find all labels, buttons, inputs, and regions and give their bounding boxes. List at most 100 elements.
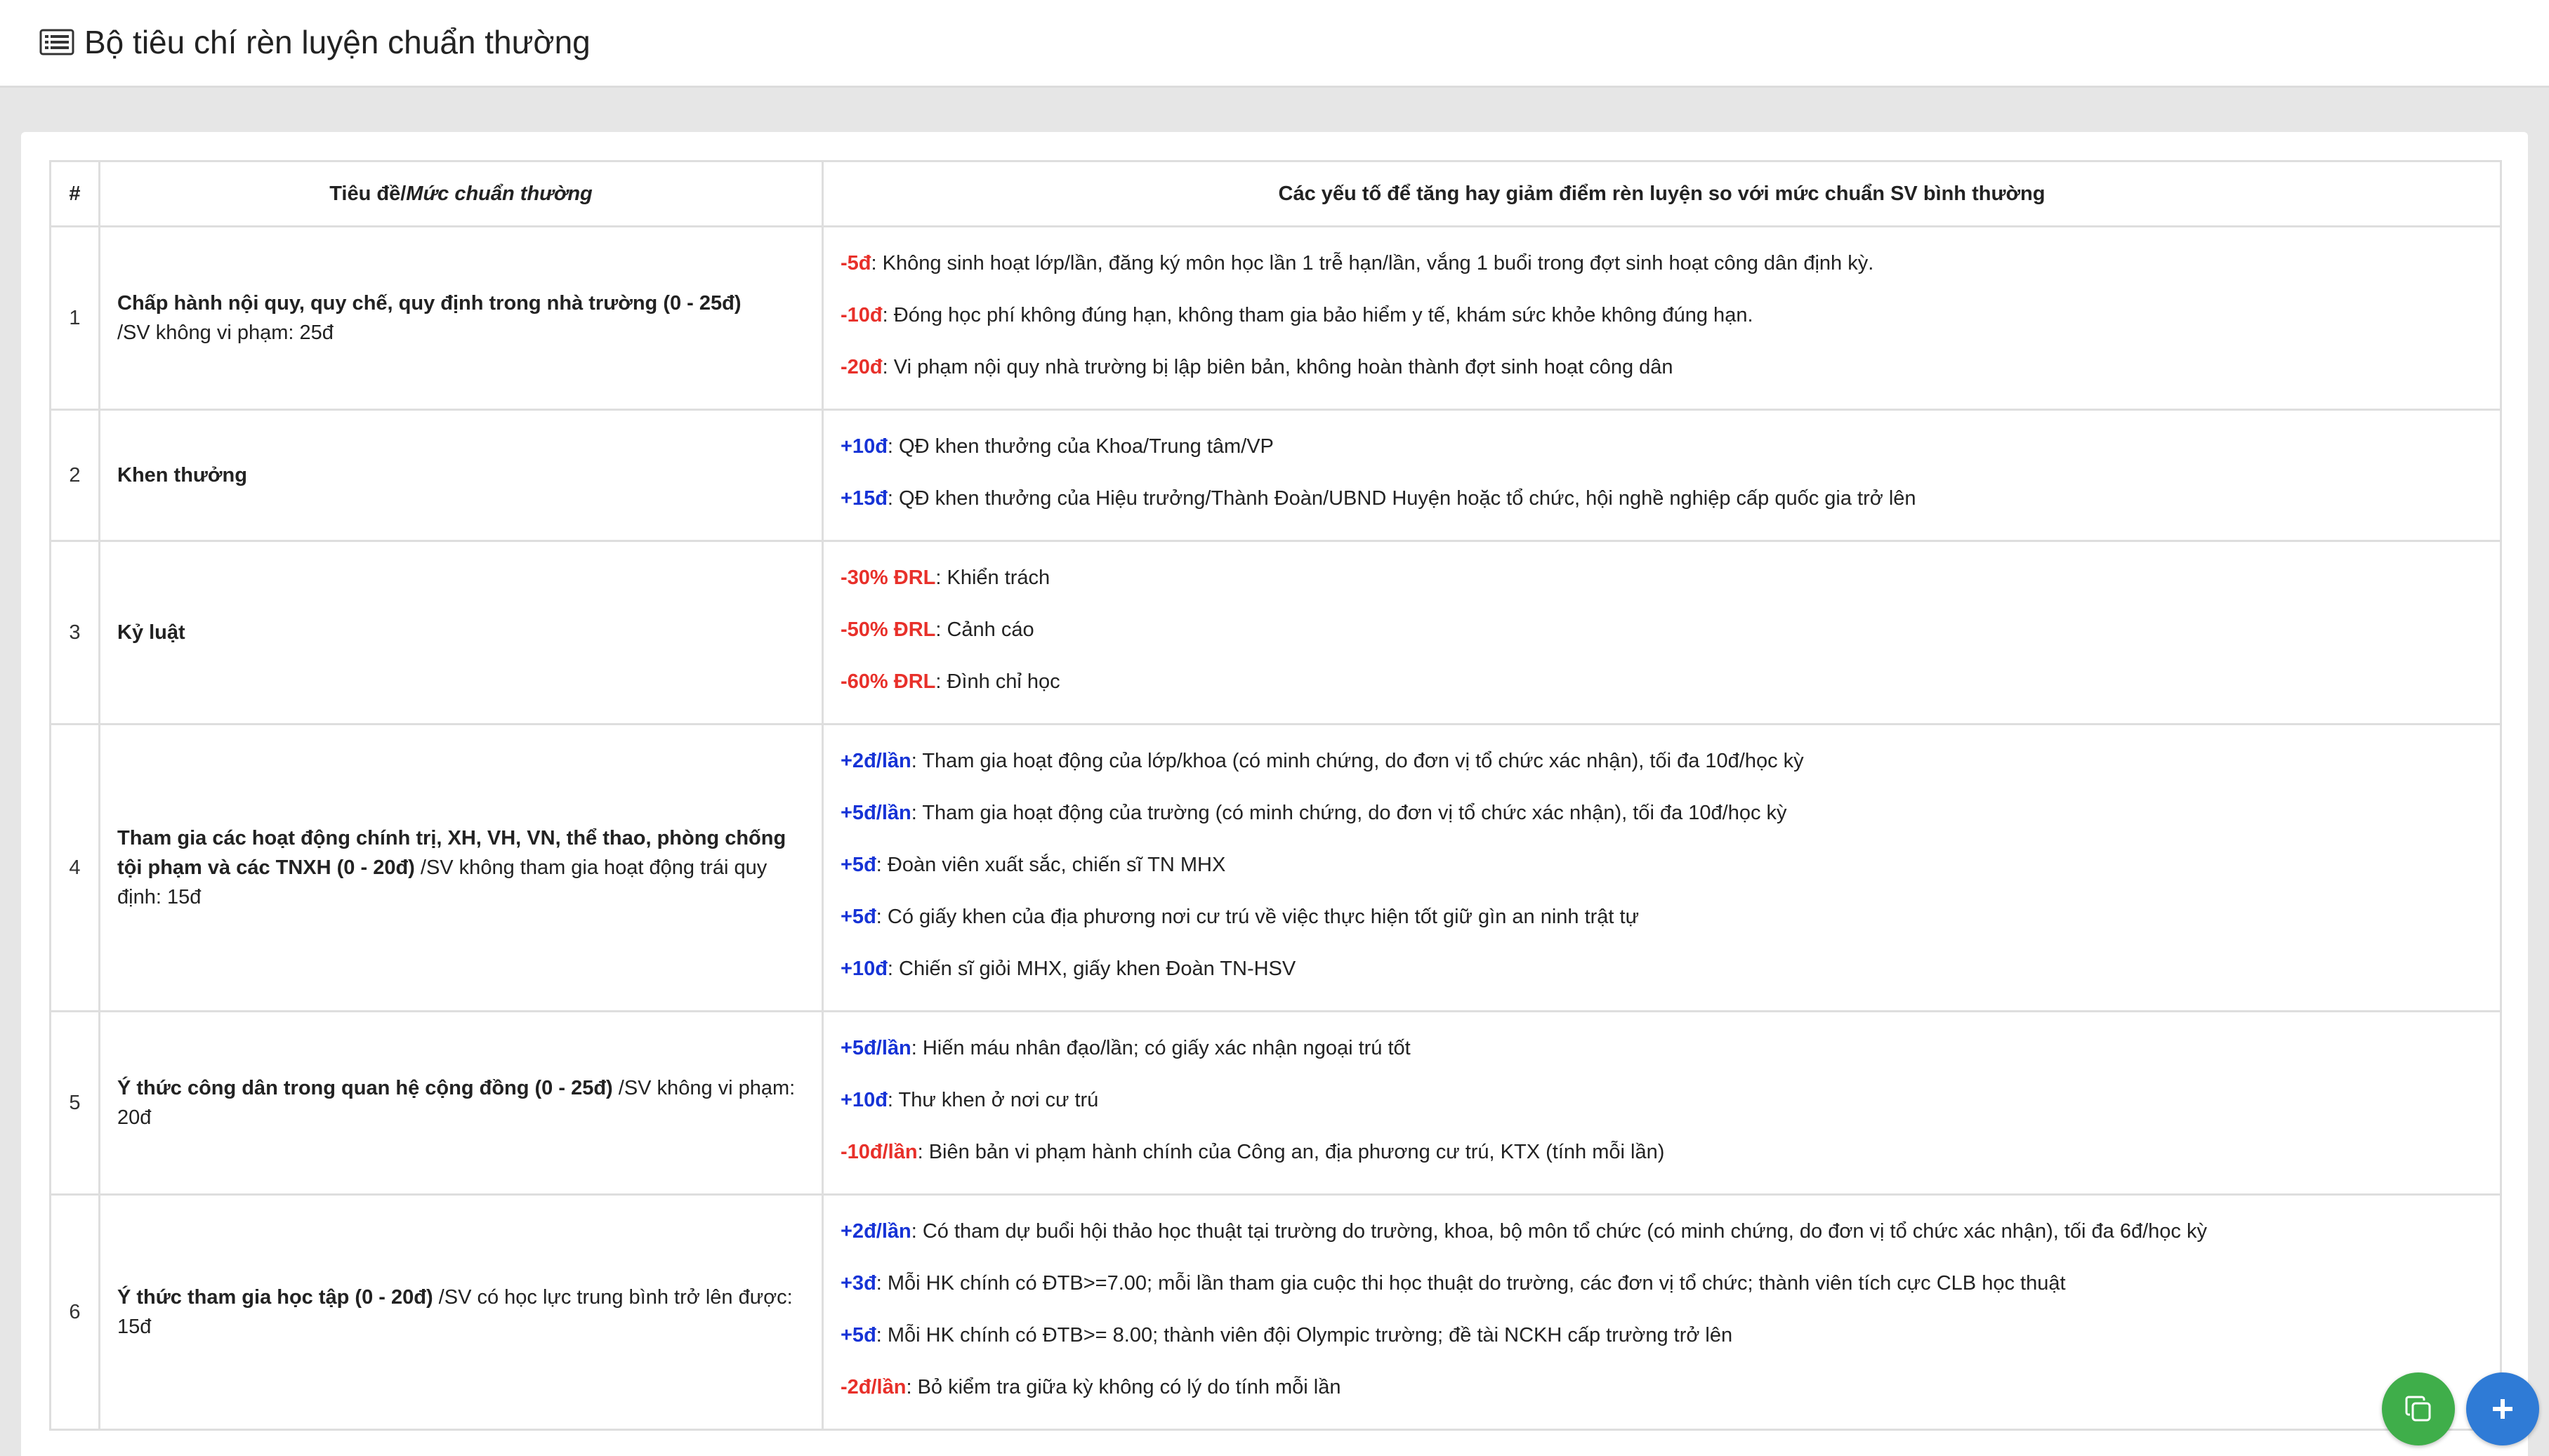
factor-value: +10đ (841, 435, 888, 458)
table-header-row: # Tiêu đề/Mức chuẩn thường Các yếu tố để… (49, 160, 2502, 227)
factor-text: : Đóng học phí không đúng hạn, không tha… (882, 304, 1753, 326)
factors-cell: +10đ: QĐ khen thưởng của Khoa/Trung tâm/… (822, 409, 2502, 542)
factor-value: +10đ (841, 1089, 888, 1111)
criterion-title: Kỷ luật (117, 621, 185, 644)
factor-item: -10đ/lần: Biên bản vi phạm hành chính củ… (841, 1137, 2483, 1167)
factor-text: : Mỗi HK chính có ĐTB>=7.00; mỗi lần tha… (876, 1272, 2066, 1295)
table-row: 5 Ý thức công dân trong quan hệ cộng đồng… (49, 1010, 2502, 1196)
factor-item: +5đ: Mỗi HK chính có ĐTB>= 8.00; thành v… (841, 1321, 2483, 1350)
table-body: 1 Chấp hành nội quy, quy chế, quy định tr… (49, 225, 2502, 1431)
factor-text: : Cảnh cáo (935, 618, 1034, 641)
top-header: Bộ tiêu chí rèn luyện chuẩn thường (0, 0, 2549, 88)
row-number: 4 (49, 723, 100, 1012)
factor-text: : Mỗi HK chính có ĐTB>= 8.00; thành viên… (876, 1324, 1733, 1346)
table-row: 1 Chấp hành nội quy, quy chế, quy định tr… (49, 225, 2502, 411)
factor-value: +5đ/lần (841, 1037, 911, 1059)
factor-text: : Biên bản vi phạm hành chính của Công a… (917, 1141, 1665, 1163)
plus-icon (2493, 1399, 2512, 1419)
factor-item: +2đ/lần: Có tham dự buổi hội thảo học th… (841, 1217, 2483, 1246)
row-number: 1 (49, 225, 100, 411)
criterion-title-cell: Khen thưởng (98, 409, 824, 542)
factor-item: +10đ: QĐ khen thưởng của Khoa/Trung tâm/… (841, 432, 2483, 461)
column-header-title-prefix: Tiêu đề/ (329, 183, 407, 205)
factor-item: -2đ/lần: Bỏ kiểm tra giữa kỳ không có lý… (841, 1372, 2483, 1402)
criterion-title: Ý thức công dân trong quan hệ cộng đồng … (117, 1077, 613, 1099)
criterion-title-cell: Chấp hành nội quy, quy chế, quy định tro… (98, 225, 824, 411)
factor-item: -20đ: Vi phạm nội quy nhà trường bị lập … (841, 352, 2483, 382)
factor-value: -10đ/lần (841, 1141, 918, 1163)
factor-item: +5đ: Đoàn viên xuất sắc, chiến sĩ TN MHX (841, 850, 2483, 880)
factor-value: +5đ (841, 1324, 876, 1346)
factors-cell: -30% ĐRL: Khiển trách -50% ĐRL: Cảnh cáo -… (822, 540, 2502, 725)
factors-cell: -5đ: Không sinh hoạt lớp/lần, đăng ký mô… (822, 225, 2502, 411)
row-number: 3 (49, 540, 100, 725)
copy-button[interactable] (2382, 1372, 2455, 1445)
factor-text: : Không sinh hoạt lớp/lần, đăng ký môn h… (871, 252, 1874, 274)
criterion-title: Khen thưởng (117, 464, 247, 487)
factor-item: +5đ/lần: Tham gia hoạt động của trường (… (841, 798, 2483, 828)
row-number: 5 (49, 1010, 100, 1196)
factor-value: +5đ (841, 854, 876, 876)
add-button[interactable] (2466, 1372, 2539, 1445)
table-row: 6Ý thức tham gia học tập (0 - 20đ) /SV c… (49, 1193, 2502, 1431)
criterion-title-cell: Kỷ luật (98, 540, 824, 725)
factor-text: : QĐ khen thưởng của Hiệu trưởng/Thành Đ… (887, 487, 1916, 510)
criterion-title: Ý thức tham gia học tập (0 - 20đ) (117, 1286, 433, 1309)
title-wrap: Bộ tiêu chí rèn luyện chuẩn thường (39, 21, 591, 63)
factor-text: : Chiến sĩ giỏi MHX, giấy khen Đoàn TN-H… (887, 958, 1296, 980)
factor-text: : Có giấy khen của địa phương nơi cư trú… (876, 906, 1640, 928)
factor-text: : Thư khen ở nơi cư trú (887, 1089, 1099, 1111)
factor-item: -5đ: Không sinh hoạt lớp/lần, đăng ký mô… (841, 249, 2483, 278)
factor-text: : Hiến máu nhân đạo/lần; có giấy xác nhậ… (911, 1037, 1411, 1059)
factor-item: +3đ: Mỗi HK chính có ĐTB>=7.00; mỗi lần … (841, 1269, 2483, 1298)
factor-item: -60% ĐRL: Đình chỉ học (841, 667, 2483, 696)
factor-value: -10đ (841, 304, 883, 326)
copy-icon (2405, 1396, 2431, 1422)
factors-cell: +2đ/lần: Tham gia hoạt động của lớp/khoa… (822, 723, 2502, 1012)
column-header-factors: Các yếu tố để tăng hay giảm điểm rèn luy… (822, 160, 2502, 227)
factor-value: +2đ/lần (841, 750, 911, 772)
factors-cell: +2đ/lần: Có tham dự buổi hội thảo học th… (822, 1193, 2502, 1431)
column-header-number: # (49, 160, 100, 227)
list-alt-icon (39, 29, 74, 55)
factor-item: +10đ: Chiến sĩ giỏi MHX, giấy khen Đoàn … (841, 954, 2483, 984)
criterion-norm: /SV không vi phạm: 25đ (117, 322, 334, 344)
column-header-title: Tiêu đề/Mức chuẩn thường (98, 160, 824, 227)
factor-item: +5đ/lần: Hiến máu nhân đạo/lần; có giấy … (841, 1033, 2483, 1063)
factor-value: -2đ/lần (841, 1376, 907, 1398)
row-number: 2 (49, 409, 100, 542)
factor-value: +10đ (841, 958, 888, 980)
factor-text: : QĐ khen thưởng của Khoa/Trung tâm/VP (887, 435, 1274, 458)
factor-item: +2đ/lần: Tham gia hoạt động của lớp/khoa… (841, 746, 2483, 776)
factor-text: : Vi phạm nội quy nhà trường bị lập biên… (882, 356, 1673, 378)
factor-item: -30% ĐRL: Khiển trách (841, 563, 2483, 593)
factor-value: +3đ (841, 1272, 876, 1295)
factor-text: : Tham gia hoạt động của lớp/khoa (có mi… (911, 750, 1804, 772)
factor-value: -20đ (841, 356, 883, 378)
factor-item: +5đ: Có giấy khen của địa phương nơi cư … (841, 902, 2483, 932)
factor-value: -60% ĐRL (841, 670, 936, 693)
factor-text: : Tham gia hoạt động của trường (có minh… (911, 802, 1787, 824)
criterion-title: Chấp hành nội quy, quy chế, quy định tro… (117, 292, 742, 315)
factor-value: +15đ (841, 487, 888, 510)
factor-value: -50% ĐRL (841, 618, 936, 641)
table-row: 2 Khen thưởng +10đ: QĐ khen thưởng của Kho… (49, 409, 2502, 542)
criterion-title-cell: Tham gia các hoạt động chính trị, XH, VH… (98, 723, 824, 1012)
content-panel: # Tiêu đề/Mức chuẩn thường Các yếu tố để… (21, 132, 2528, 1456)
factor-value: -30% ĐRL (841, 567, 936, 589)
row-number: 6 (49, 1193, 100, 1431)
criteria-table: # Tiêu đề/Mức chuẩn thường Các yếu tố để… (49, 160, 2502, 1431)
factor-value: +5đ (841, 906, 876, 928)
factor-item: -50% ĐRL: Cảnh cáo (841, 615, 2483, 644)
factor-value: +2đ/lần (841, 1220, 911, 1243)
criterion-title-cell: Ý thức tham gia học tập (0 - 20đ) /SV có… (98, 1193, 824, 1431)
factor-item: +15đ: QĐ khen thưởng của Hiệu trưởng/Thà… (841, 484, 2483, 513)
factor-text: : Có tham dự buổi hội thảo học thuật tại… (911, 1220, 2207, 1243)
page-title: Bộ tiêu chí rèn luyện chuẩn thường (84, 24, 591, 60)
column-header-title-italic: Mức chuẩn thường (406, 183, 593, 205)
factor-text: : Khiển trách (935, 567, 1050, 589)
factor-text: : Bỏ kiểm tra giữa kỳ không có lý do tín… (906, 1376, 1341, 1398)
table-row: 4 Tham gia các hoạt động chính trị, XH, V… (49, 723, 2502, 1012)
factors-cell: +5đ/lần: Hiến máu nhân đạo/lần; có giấy … (822, 1010, 2502, 1196)
factor-item: +10đ: Thư khen ở nơi cư trú (841, 1085, 2483, 1115)
